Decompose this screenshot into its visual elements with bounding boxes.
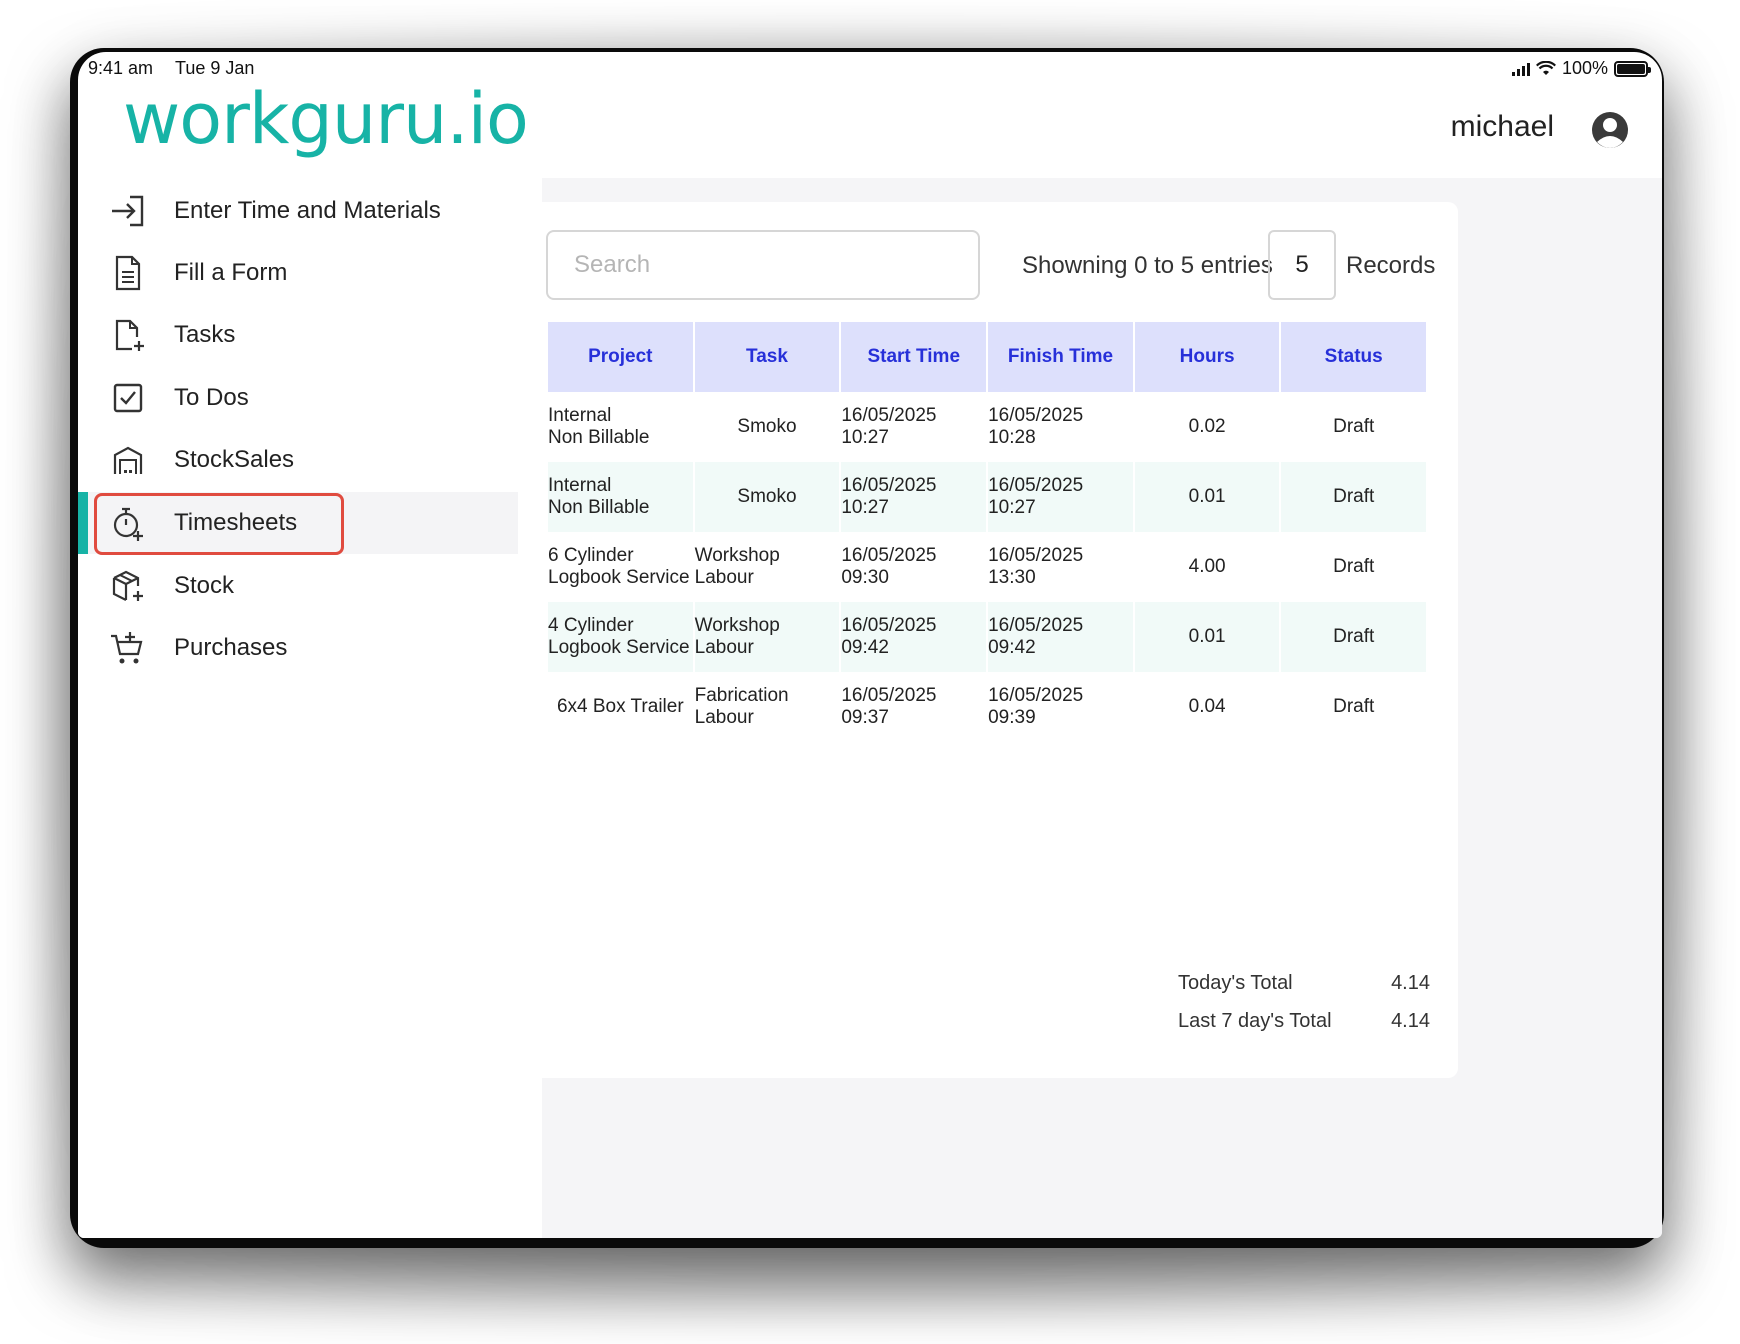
active-indicator <box>78 492 88 554</box>
column-header-project[interactable]: Project <box>548 322 693 392</box>
wifi-icon <box>1535 60 1556 75</box>
sidebar-item-label: Fill a Form <box>174 259 288 286</box>
box-add-icon <box>112 570 143 601</box>
table-row[interactable]: Internal Non Billable Smoko 16/05/2025 10:… <box>548 462 1426 532</box>
table-row[interactable]: 4 Cylinder Logbook Service Workshop Labour… <box>548 602 1426 672</box>
column-header-finish-time[interactable]: Finish Time <box>988 322 1133 392</box>
timesheets-card: Showning 0 to 5 entries 5 Records Projec… <box>518 202 1458 1078</box>
task-cell: Workshop Labour <box>694 545 780 588</box>
table-header-row: Project Task Start Time Finish Time Hour… <box>548 322 1426 392</box>
start-time-cell: 16/05/2025 09:37 <box>841 685 937 728</box>
finish-time-cell: 16/05/2025 10:28 <box>988 405 1084 448</box>
column-header-start-time[interactable]: Start Time <box>841 322 987 392</box>
project-cell: 6x4 Box Trailer <box>556 696 684 717</box>
sidebar-item-purchases[interactable]: Purchases <box>78 617 542 679</box>
timesheets-table: Project Task Start Time Finish Time Hour… <box>546 322 1428 742</box>
sidebar-item-stocksales[interactable]: StockSales <box>78 429 542 491</box>
tablet-screen: 9:41 am Tue 9 Jan 100% workguru.io micha… <box>78 52 1662 1238</box>
sidebar-item-fill-form[interactable]: Fill a Form <box>78 242 542 304</box>
task-cell: Workshop Labour <box>694 602 840 672</box>
sidebar-item-enter-time[interactable]: Enter Time and Materials <box>78 180 542 242</box>
table-row[interactable]: 6 Cylinder Logbook Service Workshop Labour… <box>548 532 1426 602</box>
cart-add-icon <box>111 632 143 664</box>
start-time-cell: 16/05/2025 09:42 <box>841 602 987 672</box>
hours-cell: 0.02 <box>1188 416 1226 437</box>
checkbox-icon <box>113 383 143 413</box>
status-indicators: 100% <box>1511 58 1651 79</box>
user-name[interactable]: michael <box>1451 110 1554 144</box>
task-cell: Smoko <box>737 416 797 437</box>
sidebar-item-stock[interactable]: Stock <box>78 555 542 617</box>
project-cell: Internal Non Billable <box>548 405 650 448</box>
hours-cell: 0.04 <box>1188 696 1226 717</box>
column-header-status[interactable]: Status <box>1281 322 1426 392</box>
records-label: Records <box>1346 252 1436 279</box>
status-cell: Draft <box>1333 696 1375 717</box>
sidebar: Enter Time and Materials Fill a Form Tas… <box>78 178 542 1238</box>
status-cell: Draft <box>1281 602 1426 672</box>
week-total-label: Last 7 day's Total <box>1178 1009 1332 1032</box>
sidebar-item-label: Stock <box>174 572 235 599</box>
finish-time-cell: 16/05/2025 10:27 <box>988 462 1133 532</box>
week-total-value: 4.14 <box>1391 1009 1430 1032</box>
sidebar-item-label: To Dos <box>174 384 249 411</box>
sidebar-item-label: Purchases <box>174 634 288 661</box>
project-cell: 6 Cylinder Logbook Service <box>548 545 690 588</box>
sidebar-item-tasks[interactable]: Tasks <box>78 304 542 366</box>
week-total-row: Last 7 day's Total 4.14 <box>1178 1002 1430 1040</box>
today-total-value: 4.14 <box>1391 971 1430 994</box>
today-total-row: Today's Total 4.14 <box>1178 964 1430 1002</box>
totals-summary: Today's Total 4.14 Last 7 day's Total 4.… <box>1178 964 1430 1040</box>
status-date: Tue 9 Jan <box>175 58 255 78</box>
task-add-icon <box>115 319 144 351</box>
sidebar-item-todos[interactable]: To Dos <box>78 367 542 429</box>
battery-icon <box>1614 60 1651 77</box>
table-row[interactable]: 6x4 Box Trailer Fabrication Labour 16/05/… <box>548 672 1426 742</box>
records-per-page-input[interactable]: 5 <box>1268 230 1336 300</box>
stopwatch-icon <box>113 507 143 541</box>
finish-time-cell: 16/05/2025 09:42 <box>988 602 1133 672</box>
form-document-icon <box>115 255 141 291</box>
sidebar-item-timesheets[interactable]: Timesheets <box>78 492 542 555</box>
showing-entries-text: Showning 0 to 5 entries <box>1022 252 1273 279</box>
sidebar-item-label: StockSales <box>174 446 295 473</box>
status-time: 9:41 am <box>88 58 154 78</box>
hours-cell: 4.00 <box>1188 556 1226 577</box>
column-header-hours[interactable]: Hours <box>1134 322 1280 392</box>
status-cell: Draft <box>1333 556 1375 577</box>
user-avatar-icon[interactable] <box>1590 110 1630 150</box>
today-total-label: Today's Total <box>1178 971 1293 994</box>
status-cell: Draft <box>1333 416 1375 437</box>
sidebar-item-label: Tasks <box>174 321 236 348</box>
warehouse-icon <box>113 446 143 474</box>
finish-time-cell: 16/05/2025 13:30 <box>988 545 1084 588</box>
sidebar-item-label: Timesheets <box>174 509 298 536</box>
sidebar-item-label: Enter Time and Materials <box>174 197 441 224</box>
task-cell: Fabrication Labour <box>694 685 789 728</box>
start-time-cell: 16/05/2025 09:30 <box>841 545 937 588</box>
column-header-task[interactable]: Task <box>694 322 840 392</box>
battery-percent: 100% <box>1561 58 1608 78</box>
app-logo[interactable]: workguru.io <box>123 78 529 160</box>
sign-in-icon <box>112 195 144 227</box>
cellular-signal-icon <box>1511 62 1530 76</box>
start-time-cell: 16/05/2025 10:27 <box>841 405 937 448</box>
search-input[interactable] <box>546 230 980 300</box>
task-cell: Smoko <box>694 462 840 532</box>
project-cell: Internal Non Billable <box>548 462 693 532</box>
hours-cell: 0.01 <box>1134 602 1280 672</box>
status-cell: Draft <box>1281 462 1426 532</box>
start-time-cell: 16/05/2025 10:27 <box>841 462 987 532</box>
hours-cell: 0.01 <box>1134 462 1280 532</box>
project-cell: 4 Cylinder Logbook Service <box>548 602 693 672</box>
table-row[interactable]: Internal Non Billable Smoko 16/05/2025 10:… <box>548 392 1426 462</box>
finish-time-cell: 16/05/2025 09:39 <box>988 685 1084 728</box>
